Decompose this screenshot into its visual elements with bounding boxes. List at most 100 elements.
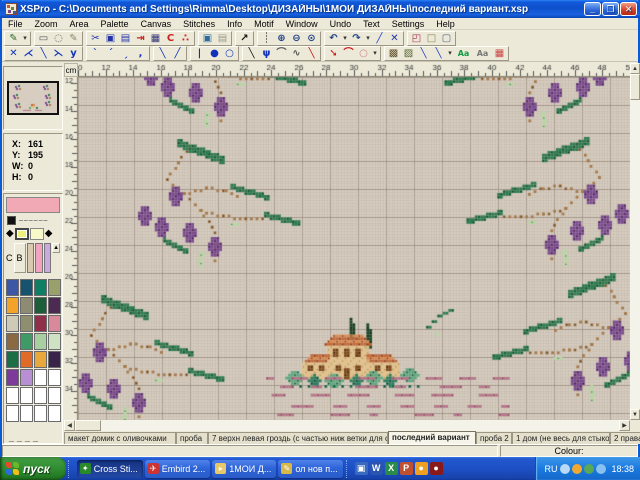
- palette-swatch-28[interactable]: [6, 405, 19, 422]
- display-icon[interactable]: ▣: [355, 462, 368, 475]
- clock[interactable]: 18:38: [611, 464, 634, 474]
- diag-red-icon[interactable]: ╲: [304, 47, 319, 60]
- palette-swatch-14[interactable]: [34, 333, 47, 350]
- palette-swatch-18[interactable]: [34, 351, 47, 368]
- quarter-cross-icon[interactable]: y: [66, 47, 81, 60]
- blend-color-alt[interactable]: [30, 228, 44, 240]
- palette-scroll-up[interactable]: ▲: [52, 243, 60, 253]
- palette-swatch-24[interactable]: [6, 387, 19, 404]
- palette-swatch-31[interactable]: [48, 405, 61, 422]
- scroll-right-button[interactable]: ▶: [619, 420, 630, 431]
- full-cross-icon[interactable]: ✕: [6, 47, 21, 60]
- curve-red-icon[interactable]: ➘: [326, 47, 341, 60]
- blend-diamond-right-icon[interactable]: ◆: [45, 228, 53, 240]
- three-quarter-icon[interactable]: ⋋: [51, 47, 66, 60]
- ellipse-dropdown[interactable]: ▾: [371, 47, 379, 60]
- bead-icon[interactable]: ○: [222, 47, 237, 60]
- palette-swatch-30[interactable]: [34, 405, 47, 422]
- zoom-out-icon[interactable]: ⊖: [289, 32, 304, 45]
- petite-tr-icon[interactable]: ˊ: [103, 47, 118, 60]
- palette-swatch-21[interactable]: [20, 369, 33, 386]
- palette-swatch-1[interactable]: [20, 279, 33, 296]
- palette-swatch-22[interactable]: [34, 369, 47, 386]
- petite-bl-icon[interactable]: ˏ: [118, 47, 133, 60]
- title-bar[interactable]: XSPro - C:\Documents and Settings\Rimma\…: [0, 0, 640, 18]
- dotted-line-icon[interactable]: ┊: [259, 32, 274, 45]
- palette-swatch-15[interactable]: [48, 333, 61, 350]
- pattern-fill-icon[interactable]: ▦: [148, 32, 163, 45]
- vertical-scrollbar[interactable]: ▲ ▼: [630, 63, 640, 420]
- pattern-preview[interactable]: [3, 66, 63, 130]
- select-edit-icon[interactable]: ✎: [66, 32, 81, 45]
- half-cross-tl-icon[interactable]: ⋌: [21, 47, 36, 60]
- menu-info[interactable]: Info: [221, 19, 248, 29]
- design-tab-1[interactable]: проба: [176, 432, 208, 444]
- pen-icon[interactable]: ╱: [372, 32, 387, 45]
- thread-swatch[interactable]: [27, 243, 35, 273]
- palette-swatch-25[interactable]: [20, 387, 33, 404]
- menu-stitches[interactable]: Stitches: [177, 19, 221, 29]
- design-canvas[interactable]: [78, 77, 630, 420]
- display-mode-icon[interactable]: ▣: [200, 32, 215, 45]
- arc-red-icon[interactable]: ⌒: [341, 47, 356, 60]
- blend-diamond-left-icon[interactable]: ◆: [6, 228, 14, 240]
- select-marquee-icon[interactable]: ▦: [492, 47, 507, 60]
- vertical-stitch-icon[interactable]: |: [192, 47, 207, 60]
- horizontal-scrollbar[interactable]: ◀ ▶: [64, 420, 630, 431]
- palette-swatch-17[interactable]: [20, 351, 33, 368]
- backstitch-up-icon[interactable]: ╱: [170, 47, 185, 60]
- horizontal-scroll-thumb[interactable]: [75, 420, 101, 431]
- design-tab-3[interactable]: последний вариант: [388, 431, 476, 444]
- rotate-icon[interactable]: C: [163, 32, 178, 45]
- select-lasso-icon[interactable]: ◌: [51, 32, 66, 45]
- shift-icon[interactable]: ⇥: [133, 32, 148, 45]
- zoom-actual-icon[interactable]: ⊙: [304, 32, 319, 45]
- palette-swatch-6[interactable]: [34, 297, 47, 314]
- b-button[interactable]: B: [14, 243, 26, 273]
- motif-a-icon[interactable]: ▩: [386, 47, 401, 60]
- fork-stitch-icon[interactable]: ψ: [259, 47, 274, 60]
- palette-swatch-0[interactable]: [6, 279, 19, 296]
- palette-swatch-26[interactable]: [34, 387, 47, 404]
- delete-icon[interactable]: ✕: [387, 32, 402, 45]
- paste-icon[interactable]: ▤: [118, 32, 133, 45]
- select-rect-icon[interactable]: ▭: [36, 32, 51, 45]
- design-tab-0[interactable]: макет домик с оливочками: [64, 432, 176, 444]
- close-button[interactable]: ✕: [620, 2, 637, 16]
- petite-tl-icon[interactable]: ˋ: [88, 47, 103, 60]
- export-icon[interactable]: ▢: [439, 32, 454, 45]
- redo-dropdown[interactable]: ▾: [364, 32, 372, 45]
- palette-swatch-3[interactable]: [48, 279, 61, 296]
- backstitch-color-swatch[interactable]: [7, 216, 16, 225]
- text-plain-icon[interactable]: Aa: [473, 47, 492, 60]
- palette-swatch-10[interactable]: [34, 315, 47, 332]
- thread-swatch[interactable]: [35, 243, 43, 273]
- zoom-in-icon[interactable]: ⊕: [274, 32, 289, 45]
- palette-swatch-9[interactable]: [20, 315, 33, 332]
- qip-icon[interactable]: ●: [415, 462, 428, 475]
- palette-swatch-5[interactable]: [20, 297, 33, 314]
- task-button-2[interactable]: ▸1МОИ Д...: [212, 460, 276, 478]
- backstitch-style-sample[interactable]: ––––––: [19, 217, 48, 224]
- scroll-up-button[interactable]: ▲: [630, 63, 640, 74]
- palette-swatch-29[interactable]: [20, 405, 33, 422]
- minimize-button[interactable]: _: [584, 2, 601, 16]
- start-button[interactable]: пуск: [0, 457, 66, 480]
- palette-swatch-16[interactable]: [6, 351, 19, 368]
- redo-icon[interactable]: ↷: [349, 32, 364, 45]
- menu-undo[interactable]: Undo: [324, 19, 358, 29]
- menu-palette[interactable]: Palette: [95, 19, 135, 29]
- palette-swatch-27[interactable]: [48, 387, 61, 404]
- scroll-left-button[interactable]: ◀: [64, 420, 75, 431]
- menu-help[interactable]: Help: [430, 19, 461, 29]
- menu-motif[interactable]: Motif: [248, 19, 280, 29]
- mirror-icon[interactable]: ∴: [178, 32, 193, 45]
- special-a-icon[interactable]: ╲: [416, 47, 431, 60]
- design-tab-2[interactable]: 7 верхн левая гроздь (с частью ниж ветки…: [208, 432, 388, 444]
- excel-icon[interactable]: X: [385, 462, 398, 475]
- special-dropdown[interactable]: ▾: [446, 47, 454, 60]
- menu-canvas[interactable]: Canvas: [135, 19, 178, 29]
- half-cross-bl-icon[interactable]: ╲: [36, 47, 51, 60]
- copy-icon[interactable]: ▣: [103, 32, 118, 45]
- menu-window[interactable]: Window: [280, 19, 324, 29]
